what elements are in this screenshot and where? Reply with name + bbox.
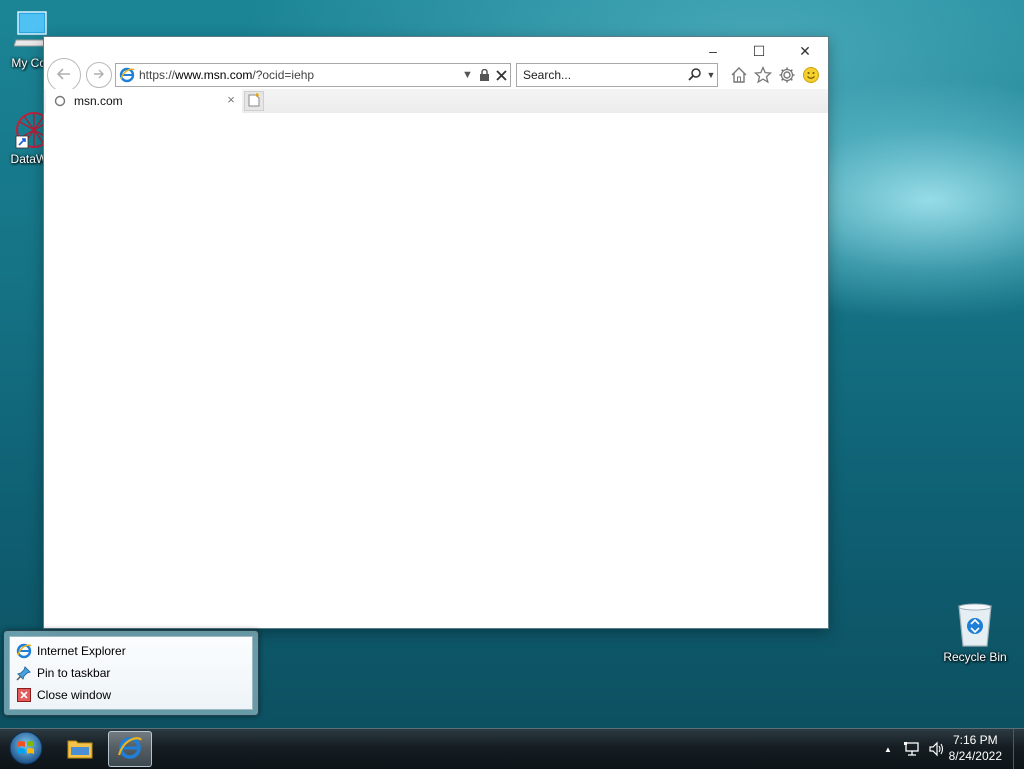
desktop-icon-recycle-bin[interactable]: Recycle Bin — [935, 602, 1015, 664]
forward-button[interactable] — [86, 62, 112, 88]
tab-title: msn.com — [74, 94, 123, 108]
jump-list-close-window[interactable]: Close window — [16, 685, 111, 705]
forward-arrow-icon — [92, 67, 106, 84]
file-explorer-icon — [67, 737, 93, 762]
show-hidden-icons-button[interactable]: ▲ — [881, 729, 895, 769]
start-orb-icon — [8, 730, 44, 769]
jump-list-internet-explorer[interactable]: Internet Explorer — [16, 641, 126, 661]
loading-spinner-icon — [54, 95, 66, 107]
new-tab-icon — [247, 92, 261, 110]
url-prefix: https:// — [139, 68, 176, 82]
minimize-button[interactable]: – — [690, 37, 736, 65]
show-desktop-button[interactable] — [1013, 729, 1024, 769]
tab-row: msn.com × — [44, 89, 828, 113]
clock-date: 8/24/2022 — [948, 749, 1002, 763]
jump-list-item-label: Close window — [37, 688, 112, 702]
feedback-smiley-icon[interactable] — [800, 64, 822, 86]
clock-time: 7:16 PM — [952, 733, 998, 747]
taskbar-clock[interactable]: 7:16 PM 8/24/2022 — [949, 732, 1002, 764]
jump-list-item-label: Pin to taskbar — [37, 666, 111, 680]
network-icon[interactable] — [903, 729, 923, 769]
stop-icon[interactable] — [493, 65, 510, 85]
url-path: /?ocid=iehp — [252, 68, 315, 82]
home-icon[interactable] — [728, 64, 750, 86]
jump-list-pin-to-taskbar[interactable]: Pin to taskbar — [16, 663, 110, 683]
back-button[interactable] — [47, 58, 81, 92]
lock-icon[interactable] — [476, 65, 493, 85]
address-bar[interactable]: https://www.msn.com/?ocid=iehp ▼ — [115, 63, 511, 87]
taskbar-jump-list: Internet Explorer Pin to taskbar Close w… — [3, 630, 259, 716]
address-dropdown-icon[interactable]: ▼ — [459, 65, 476, 85]
jump-list-panel: Internet Explorer Pin to taskbar Close w… — [9, 636, 253, 710]
back-arrow-icon — [55, 65, 73, 86]
favorites-star-icon[interactable] — [752, 64, 774, 86]
internet-explorer-icon — [117, 735, 143, 764]
tab-close-button[interactable]: × — [224, 93, 238, 107]
ie-page-icon — [119, 67, 135, 83]
search-dropdown-icon[interactable]: ▼ — [705, 70, 717, 80]
close-button[interactable]: ✕ — [782, 37, 828, 65]
desktop-icon-label: Recycle Bin — [943, 650, 1007, 664]
recycle-bin-icon — [955, 602, 995, 650]
internet-explorer-window: – ☐ ✕ https://www.msn.com/?ocid=iehp ▼ ▼ — [44, 37, 828, 628]
tools-gear-icon[interactable] — [776, 64, 798, 86]
jump-list-item-label: Internet Explorer — [37, 644, 126, 658]
pin-icon — [16, 665, 32, 681]
tab-msn[interactable]: msn.com × — [46, 89, 242, 113]
new-tab-button[interactable] — [244, 91, 264, 111]
address-url[interactable]: https://www.msn.com/?ocid=iehp — [139, 68, 459, 82]
taskbar-internet-explorer-button[interactable] — [108, 731, 152, 767]
close-window-icon — [16, 687, 32, 703]
start-button[interactable] — [7, 731, 45, 767]
search-icon[interactable] — [687, 67, 703, 83]
search-box[interactable]: ▼ — [516, 63, 718, 87]
internet-explorer-icon — [16, 643, 32, 659]
volume-icon[interactable] — [927, 729, 947, 769]
search-input[interactable] — [517, 68, 687, 82]
maximize-button[interactable]: ☐ — [736, 37, 782, 65]
url-domain: www.msn.com — [175, 68, 253, 82]
window-controls: – ☐ ✕ — [690, 37, 828, 65]
taskbar-file-explorer-button[interactable] — [58, 731, 102, 767]
page-content[interactable] — [44, 113, 828, 628]
taskbar: ▲ 7:16 PM 8/24/2022 — [0, 728, 1024, 769]
